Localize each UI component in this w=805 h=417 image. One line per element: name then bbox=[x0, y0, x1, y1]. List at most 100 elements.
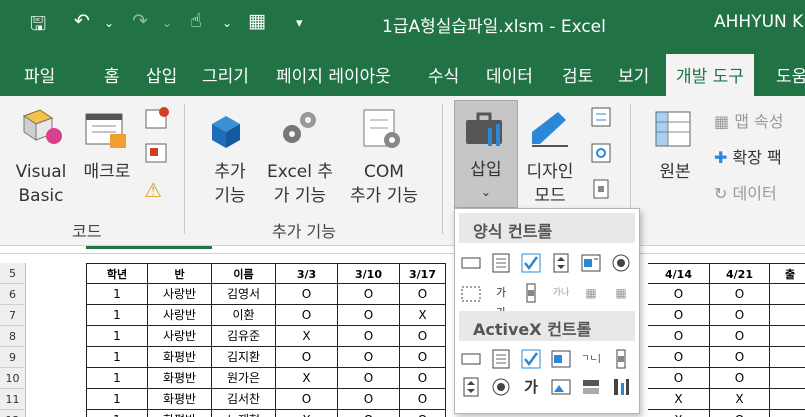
scroll-bar-control-icon[interactable] bbox=[521, 283, 541, 303]
worksheet-grid[interactable]: 56789101112학년반이름3/33/103/174/144/21출1사랑반… bbox=[0, 246, 805, 417]
table-cell[interactable]: X bbox=[276, 326, 338, 347]
table-cell[interactable]: O bbox=[338, 347, 400, 368]
row-header[interactable]: 11 bbox=[0, 389, 26, 410]
table-cell[interactable]: O bbox=[648, 305, 710, 326]
redo-icon[interactable]: ↷ bbox=[132, 10, 148, 32]
row-header[interactable]: 8 bbox=[0, 326, 26, 347]
table-cell[interactable]: 김지환 bbox=[212, 347, 276, 368]
header-cell[interactable]: 3/3 bbox=[276, 263, 338, 284]
activex-check-box-icon[interactable] bbox=[521, 349, 541, 369]
table-cell[interactable] bbox=[770, 410, 805, 417]
button-control-icon[interactable] bbox=[461, 253, 481, 273]
undo-icon[interactable]: ↶ bbox=[74, 10, 90, 32]
properties-icon[interactable] bbox=[590, 106, 612, 128]
row-header[interactable]: 10 bbox=[0, 368, 26, 389]
more-controls-icon[interactable] bbox=[611, 377, 631, 397]
table-cell[interactable]: O bbox=[710, 284, 770, 305]
activex-label-icon[interactable]: 가 bbox=[521, 377, 541, 397]
table-cell[interactable]: 이환 bbox=[212, 305, 276, 326]
activex-toggle-button-icon[interactable] bbox=[581, 377, 601, 397]
table-cell[interactable]: O bbox=[338, 410, 400, 417]
header-cell[interactable]: 이름 bbox=[212, 263, 276, 284]
combo-drop-down-edit-control-icon[interactable]: ▦ bbox=[611, 283, 631, 303]
table-cell[interactable]: 사랑반 bbox=[148, 326, 212, 347]
table-cell[interactable] bbox=[770, 305, 805, 326]
activex-list-box-icon[interactable] bbox=[551, 349, 571, 369]
combo-list-edit-control-icon[interactable]: ▦ bbox=[581, 283, 601, 303]
header-cell[interactable]: 학년 bbox=[86, 263, 148, 284]
table-cell[interactable]: 사랑반 bbox=[148, 305, 212, 326]
header-cell[interactable]: 반 bbox=[148, 263, 212, 284]
table-cell[interactable]: O bbox=[338, 389, 400, 410]
visual-basic-button[interactable]: Visual Basic bbox=[10, 160, 72, 208]
table-cell[interactable]: O bbox=[400, 410, 446, 417]
tab-data[interactable]: 데이터 bbox=[486, 62, 533, 87]
table-cell[interactable]: O bbox=[400, 326, 446, 347]
form-icon[interactable]: ▦ bbox=[248, 10, 266, 32]
table-cell[interactable]: 1 bbox=[86, 389, 148, 410]
table-cell[interactable]: 1 bbox=[86, 347, 148, 368]
table-cell[interactable]: 화평반 bbox=[148, 368, 212, 389]
tab-insert[interactable]: 삽입 bbox=[146, 62, 177, 87]
combo-box-control-icon[interactable] bbox=[491, 253, 511, 273]
table-cell[interactable] bbox=[770, 326, 805, 347]
com-add-ins-button[interactable]: COM 추가 기능 bbox=[340, 160, 428, 208]
activex-option-button-icon[interactable] bbox=[491, 377, 511, 397]
activex-text-box-icon[interactable]: ㄱㄴ| bbox=[581, 349, 601, 369]
list-box-control-icon[interactable] bbox=[581, 253, 601, 273]
label-control-icon[interactable]: 가가 bbox=[491, 283, 511, 319]
view-code-icon[interactable] bbox=[590, 142, 612, 164]
touch-dropdown-icon[interactable]: ⌄ bbox=[222, 16, 232, 30]
expansion-packs-button[interactable]: ✚ 확장 팩 bbox=[714, 144, 782, 168]
spin-button-control-icon[interactable] bbox=[551, 253, 571, 273]
activex-spin-button-icon[interactable] bbox=[461, 377, 481, 397]
user-name[interactable]: AHHYUN K bbox=[714, 12, 803, 32]
tab-formulas[interactable]: 수식 bbox=[428, 62, 459, 87]
table-cell[interactable] bbox=[770, 368, 805, 389]
table-cell[interactable]: O bbox=[276, 389, 338, 410]
table-cell[interactable]: 1 bbox=[86, 326, 148, 347]
table-cell[interactable]: 김유준 bbox=[212, 326, 276, 347]
tab-help[interactable]: 도움 bbox=[776, 62, 805, 87]
record-macro-icon[interactable] bbox=[144, 106, 170, 130]
table-cell[interactable]: O bbox=[710, 368, 770, 389]
undo-dropdown-icon[interactable]: ⌄ bbox=[104, 16, 114, 30]
header-cell[interactable]: 4/21 bbox=[710, 263, 770, 284]
table-cell[interactable]: O bbox=[710, 326, 770, 347]
header-cell[interactable]: 3/17 bbox=[400, 263, 446, 284]
excel-add-ins-button[interactable]: Excel 추 가 기능 bbox=[262, 160, 338, 208]
table-cell[interactable]: 노재혁 bbox=[212, 410, 276, 417]
redo-dropdown-icon[interactable]: ⌄ bbox=[162, 16, 172, 30]
touch-mode-icon[interactable]: ☝ bbox=[190, 10, 202, 32]
row-header[interactable]: 5 bbox=[0, 263, 26, 284]
tab-review[interactable]: 검토 bbox=[562, 62, 593, 87]
table-cell[interactable]: 1 bbox=[86, 410, 148, 417]
tab-developer[interactable]: 개발 도구 bbox=[666, 54, 754, 96]
table-cell[interactable]: 1 bbox=[86, 284, 148, 305]
table-cell[interactable]: O bbox=[276, 305, 338, 326]
table-cell[interactable]: 김영서 bbox=[212, 284, 276, 305]
table-cell[interactable]: X bbox=[648, 410, 710, 417]
table-cell[interactable]: O bbox=[400, 347, 446, 368]
group-box-control-icon[interactable] bbox=[461, 283, 481, 303]
table-cell[interactable]: O bbox=[400, 368, 446, 389]
table-cell[interactable]: X bbox=[648, 389, 710, 410]
table-cell[interactable]: 김서찬 bbox=[212, 389, 276, 410]
add-ins-button[interactable]: 추가 기능 bbox=[204, 160, 256, 208]
row-header[interactable]: 12 bbox=[0, 410, 26, 417]
table-cell[interactable]: O bbox=[400, 284, 446, 305]
table-cell[interactable]: 사랑반 bbox=[148, 284, 212, 305]
option-button-control-icon[interactable] bbox=[611, 253, 631, 273]
customize-qat-icon[interactable]: ▾ bbox=[296, 16, 303, 31]
table-cell[interactable]: 화평반 bbox=[148, 347, 212, 368]
table-cell[interactable]: X bbox=[276, 410, 338, 417]
refresh-data-button[interactable]: ↻ 데이터 bbox=[714, 180, 777, 204]
table-cell[interactable]: O bbox=[648, 284, 710, 305]
table-cell[interactable]: O bbox=[710, 410, 770, 417]
table-cell[interactable]: O bbox=[648, 368, 710, 389]
table-cell[interactable]: O bbox=[276, 347, 338, 368]
table-cell[interactable]: O bbox=[276, 284, 338, 305]
table-cell[interactable] bbox=[770, 347, 805, 368]
table-cell[interactable]: O bbox=[710, 305, 770, 326]
activex-command-button-icon[interactable] bbox=[461, 349, 481, 369]
